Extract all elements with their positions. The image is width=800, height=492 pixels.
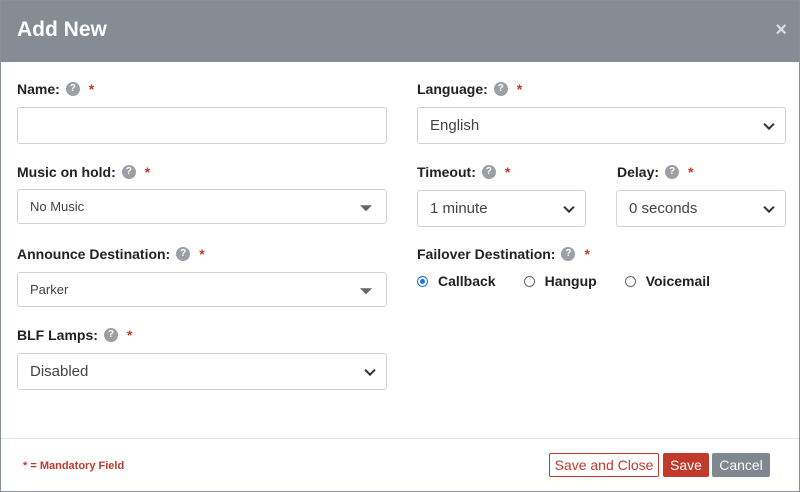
language-label-row: Language: ? * <box>417 81 522 97</box>
delay-label: Delay: <box>617 164 660 180</box>
close-icon[interactable]: × <box>775 20 787 40</box>
required-marker: * <box>584 246 590 262</box>
radio-voicemail-label: Voicemail <box>645 273 711 289</box>
chevron-down-icon <box>763 118 775 130</box>
dialog-header: Add New × <box>1 1 799 62</box>
name-input[interactable] <box>17 107 387 144</box>
chevron-down-icon <box>763 201 775 213</box>
help-icon[interactable]: ? <box>481 165 496 179</box>
footer-divider <box>1 438 799 439</box>
name-label-row: Name: ? * <box>17 81 94 97</box>
radio-voicemail[interactable]: Voicemail <box>624 273 711 289</box>
timeout-select[interactable]: 1 minute <box>417 190 586 227</box>
required-marker: * <box>504 164 511 180</box>
radio-callback-label: Callback <box>438 273 496 289</box>
blf-lamps-label: BLF Lamps: <box>17 327 98 343</box>
help-icon[interactable]: ? <box>103 328 118 342</box>
cancel-button[interactable]: Cancel <box>712 453 770 477</box>
failover-destination-label-row: Failover Destination: ? * <box>417 246 590 262</box>
radio-hangup[interactable]: Hangup <box>523 273 597 289</box>
language-label: Language: <box>417 81 488 97</box>
delay-select[interactable]: 0 seconds <box>616 190 786 227</box>
timeout-label: Timeout: <box>417 164 476 180</box>
delay-label-row: Delay: ? * <box>617 164 693 180</box>
help-icon[interactable]: ? <box>176 247 191 261</box>
music-on-hold-value: No Music <box>30 199 85 214</box>
required-marker: * <box>88 81 95 97</box>
chevron-down-icon <box>563 201 575 213</box>
caret-down-icon <box>360 287 372 294</box>
save-and-close-button[interactable]: Save and Close <box>549 453 659 477</box>
help-icon[interactable]: ? <box>561 247 576 261</box>
delay-value: 0 seconds <box>629 200 698 217</box>
radio-selected-icon[interactable] <box>417 275 428 287</box>
timeout-value: 1 minute <box>430 200 488 217</box>
help-icon[interactable]: ? <box>65 82 80 96</box>
add-new-dialog: Add New × Name: ? * Language: ? * Englis… <box>0 0 800 492</box>
blf-lamps-label-row: BLF Lamps: ? * <box>17 327 132 343</box>
help-icon[interactable]: ? <box>665 165 680 179</box>
music-on-hold-label-row: Music on hold: ? * <box>17 164 150 180</box>
announce-destination-value: Parker <box>30 282 69 297</box>
chevron-down-icon <box>364 364 376 376</box>
dialog-title: Add New <box>17 18 107 41</box>
caret-down-icon <box>360 204 372 211</box>
required-marker: * <box>199 246 205 262</box>
failover-destination-label: Failover Destination: <box>417 246 556 262</box>
language-value: English <box>430 117 480 134</box>
blf-lamps-select[interactable]: Disabled <box>17 353 387 390</box>
announce-destination-label-row: Announce Destination: ? * <box>17 246 205 262</box>
music-on-hold-select[interactable]: No Music <box>17 189 387 224</box>
required-marker: * <box>688 164 694 180</box>
mandatory-note: * = Mandatory Field <box>23 460 125 472</box>
save-button[interactable]: Save <box>663 453 709 477</box>
required-marker: * <box>144 164 151 180</box>
radio-icon[interactable] <box>523 275 535 287</box>
announce-destination-label: Announce Destination: <box>17 246 171 262</box>
blf-lamps-value: Disabled <box>30 363 89 380</box>
required-marker: * <box>516 81 523 97</box>
help-icon[interactable]: ? <box>493 82 508 96</box>
failover-destination-radio-group: Callback Hangup Voicemail <box>417 273 738 289</box>
name-label: Name: <box>17 81 60 97</box>
radio-hangup-label: Hangup <box>544 273 597 289</box>
timeout-label-row: Timeout: ? * <box>417 164 510 180</box>
music-on-hold-label: Music on hold: <box>17 164 116 180</box>
announce-destination-select[interactable]: Parker <box>17 272 387 307</box>
radio-icon[interactable] <box>624 275 636 287</box>
language-select[interactable]: English <box>417 107 786 144</box>
required-marker: * <box>126 327 133 343</box>
radio-callback[interactable]: Callback <box>417 273 496 289</box>
help-icon[interactable]: ? <box>121 165 136 179</box>
